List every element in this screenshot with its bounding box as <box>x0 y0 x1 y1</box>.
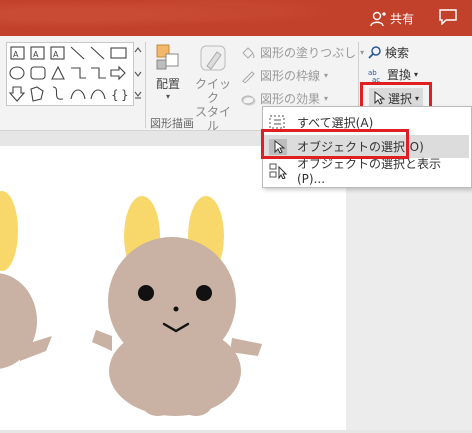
svg-text:{: { <box>111 88 119 102</box>
share-label: 共有 <box>390 12 415 26</box>
quick-style-label-2: スタイル <box>194 105 231 133</box>
find-button[interactable]: 検索 <box>368 44 409 61</box>
shape-effects-button[interactable]: 図形の効果 ▾ <box>240 90 328 107</box>
chevron-down-icon: ▾ <box>165 92 170 101</box>
slide-canvas[interactable] <box>0 146 346 430</box>
menu-item-selection-pane[interactable]: オブジェクトの選択と表示(P)... <box>263 157 469 186</box>
quick-style-button[interactable]: クイック スタイル <box>190 42 236 133</box>
chevron-down-icon: ▾ <box>360 48 365 57</box>
search-icon <box>368 45 381 59</box>
select-objects-highlight-box <box>261 129 409 159</box>
paint-bucket-icon <box>242 46 255 59</box>
slide-illustration <box>0 191 262 416</box>
svg-text:A: A <box>53 50 59 59</box>
drawing-group-label: 図形描画 <box>150 117 194 130</box>
shape-fill-button[interactable]: 図形の塗りつぶし ▾ <box>240 44 364 61</box>
arrange-button[interactable]: 配置 ▾ <box>150 42 186 101</box>
replace-label: 置換 <box>387 68 412 82</box>
chevron-down-icon: ▾ <box>324 94 329 103</box>
separator <box>145 42 146 128</box>
svg-text:}: } <box>121 88 129 102</box>
shape-outline-label: 図形の枠線 <box>260 69 321 83</box>
title-bar: 共有 <box>0 0 472 36</box>
chevron-down-icon: ▾ <box>324 71 329 80</box>
title-background-texture <box>0 0 360 36</box>
shape-effects-label: 図形の効果 <box>260 92 321 106</box>
comment-icon[interactable] <box>439 9 457 25</box>
rabbit-head <box>108 237 236 365</box>
share-button[interactable]: 共有 <box>370 10 414 27</box>
eye-left <box>138 285 154 301</box>
eye-right <box>196 285 212 301</box>
person-icon <box>370 11 386 26</box>
replace-icon: abac <box>368 69 380 82</box>
quick-style-icon <box>200 45 226 71</box>
shape-outline-button[interactable]: 図形の枠線 ▾ <box>240 67 328 84</box>
menu-item-label: オブジェクトの選択と表示(P)... <box>297 157 442 186</box>
arrange-icon <box>156 44 179 70</box>
svg-text:ac: ac <box>372 76 380 82</box>
shapes-gallery-icons: A A A { } <box>8 46 129 102</box>
effects-icon <box>241 95 256 105</box>
arrange-label: 配置 <box>155 77 180 91</box>
selection-pane-icon <box>269 163 287 179</box>
replace-button[interactable]: ab ac 置換 ▾ <box>368 66 418 83</box>
svg-text:A: A <box>33 50 39 59</box>
gallery-scroll[interactable] <box>133 42 143 104</box>
pencil-icon <box>242 70 255 83</box>
svg-text:A: A <box>13 50 19 59</box>
shapes-gallery[interactable]: A A A { } <box>6 42 134 106</box>
ear-left-char <box>0 191 18 271</box>
find-label: 検索 <box>385 46 410 60</box>
quick-style-label-1: クイック <box>194 77 231 105</box>
shape-fill-label: 図形の塗りつぶし <box>260 46 357 60</box>
chevron-down-icon: ▾ <box>414 70 419 79</box>
